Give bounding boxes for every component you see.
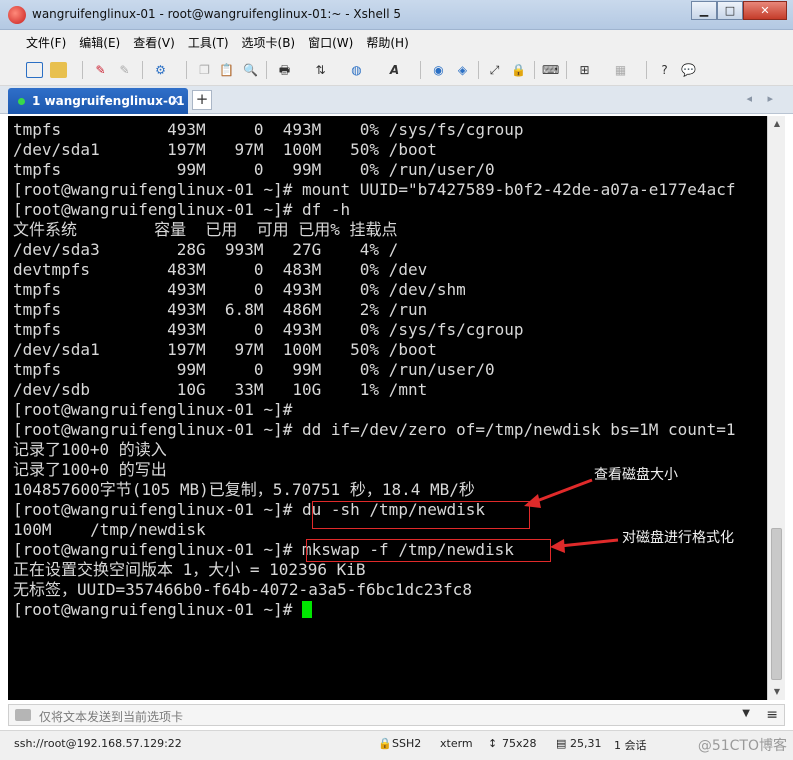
chat-icon[interactable]: 💬 [680, 62, 697, 78]
compose-input[interactable]: 仅将文本发送到当前选项卡 [39, 708, 183, 725]
menu-file[interactable]: 文件(F) [26, 34, 66, 51]
terminal-scrollbar[interactable]: ▲ ▼ [767, 116, 785, 700]
lock-icon[interactable]: 🔒 [510, 62, 527, 78]
terminal-size-icon: ↕ [488, 737, 498, 750]
scrollbar-thumb[interactable] [771, 528, 782, 680]
scroll-up-icon[interactable]: ▲ [768, 116, 786, 132]
session-properties-icon[interactable]: ⚙ [152, 62, 169, 78]
compose-bar[interactable]: 仅将文本发送到当前选项卡 ▼ ≡ [8, 704, 785, 726]
help-icon[interactable]: ? [656, 62, 673, 78]
tab-nav-arrows[interactable]: ◂ ▸ [746, 92, 779, 105]
status-protocol: SSH2 [392, 737, 422, 750]
scroll-down-icon[interactable]: ▼ [768, 684, 786, 700]
menu-edit[interactable]: 编辑(E) [79, 34, 120, 51]
tab-bar: 1 wangruifenglinux-01 × + ◂ ▸ [0, 86, 793, 114]
window-controls: ▁ □ ✕ [691, 1, 787, 20]
cursor-position-icon: ▤ [556, 737, 567, 750]
minimize-button[interactable]: ▁ [691, 1, 717, 20]
window-title: wangruifenglinux-01 - root@wangruifengli… [32, 7, 401, 21]
disconnect-icon[interactable]: ✎ [116, 62, 133, 78]
find-icon[interactable]: 🔍 [242, 62, 259, 78]
xftp-icon[interactable]: ◉ [430, 62, 447, 78]
paste-icon[interactable]: 📋 [218, 62, 235, 78]
menu-bar: 文件(F) 编辑(E) 查看(V) 工具(T) 选项卡(B) 窗口(W) 帮助(… [0, 30, 793, 54]
tab-close-icon[interactable]: × [170, 93, 180, 107]
print-icon[interactable]: 🖶 [276, 62, 293, 78]
menu-help[interactable]: 帮助(H) [366, 34, 408, 51]
status-size: 75x28 [502, 737, 537, 750]
compose-menu-icon[interactable]: ≡ [766, 707, 778, 723]
menu-window[interactable]: 窗口(W) [308, 34, 353, 51]
terminal[interactable]: tmpfs 493M 0 493M 0% /sys/fs/cgroup /dev… [8, 116, 767, 700]
connected-status-icon [18, 98, 25, 105]
xmanager-icon[interactable]: ◈ [454, 62, 471, 78]
compose-dropdown-icon[interactable]: ▼ [742, 708, 750, 719]
open-folder-icon[interactable] [50, 62, 67, 78]
menu-view[interactable]: 查看(V) [133, 34, 175, 51]
status-connection: ssh://root@192.168.57.129:22 [14, 737, 182, 750]
font-icon[interactable]: A [386, 62, 403, 78]
annotation-check-disk-size: 查看磁盘大小 [594, 467, 678, 483]
add-icon[interactable]: ⊞ [576, 62, 593, 78]
arrow-head-size [524, 494, 541, 508]
status-sessions: 1 会话 [614, 739, 647, 752]
status-bar: ssh://root@192.168.57.129:22 🔒 SSH2 xter… [0, 730, 793, 760]
title-bar[interactable]: wangruifenglinux-01 - root@wangruifengli… [0, 0, 793, 30]
new-session-icon[interactable] [26, 62, 43, 78]
fullscreen-icon[interactable]: ⤢ [486, 62, 503, 78]
status-cursor-position: 25,31 [570, 737, 602, 750]
arrow-head-format [550, 539, 565, 553]
close-button[interactable]: ✕ [743, 1, 787, 20]
menu-tools[interactable]: 工具(T) [188, 34, 229, 51]
tab-label: 1 wangruifenglinux-01 [32, 94, 185, 108]
toolbar: ✎ ✎ ⚙ ❐ 📋 🔍 🖶 ⇅ ◍ A ◉ ◈ ⤢ 🔒 ⌨ ⊞ ▦ ? 💬 [0, 54, 793, 86]
lock-status-icon: 🔒 [378, 737, 392, 750]
xshell-logo-icon [8, 6, 26, 24]
tab-session-1[interactable]: 1 wangruifenglinux-01 × [8, 88, 188, 114]
layout-icon[interactable]: ▦ [612, 62, 629, 78]
arrow-line-format [559, 538, 619, 548]
keyboard-icon[interactable]: ⌨ [542, 62, 559, 78]
arrow-line-size [533, 478, 593, 504]
connect-icon[interactable]: ✎ [92, 62, 109, 78]
annotation-format-disk: 对磁盘进行格式化 [622, 530, 734, 546]
watermark: @51CTO博客 [697, 738, 787, 754]
compose-icon [15, 709, 31, 721]
menu-tabs[interactable]: 选项卡(B) [242, 34, 296, 51]
annotation-arrows [524, 478, 619, 553]
copy-icon[interactable]: ❐ [196, 62, 213, 78]
status-terminal-type: xterm [440, 737, 473, 750]
globe-icon[interactable]: ◍ [348, 62, 365, 78]
maximize-button[interactable]: □ [717, 1, 743, 20]
new-tab-button[interactable]: + [192, 90, 212, 110]
transfer-icon[interactable]: ⇅ [312, 62, 329, 78]
